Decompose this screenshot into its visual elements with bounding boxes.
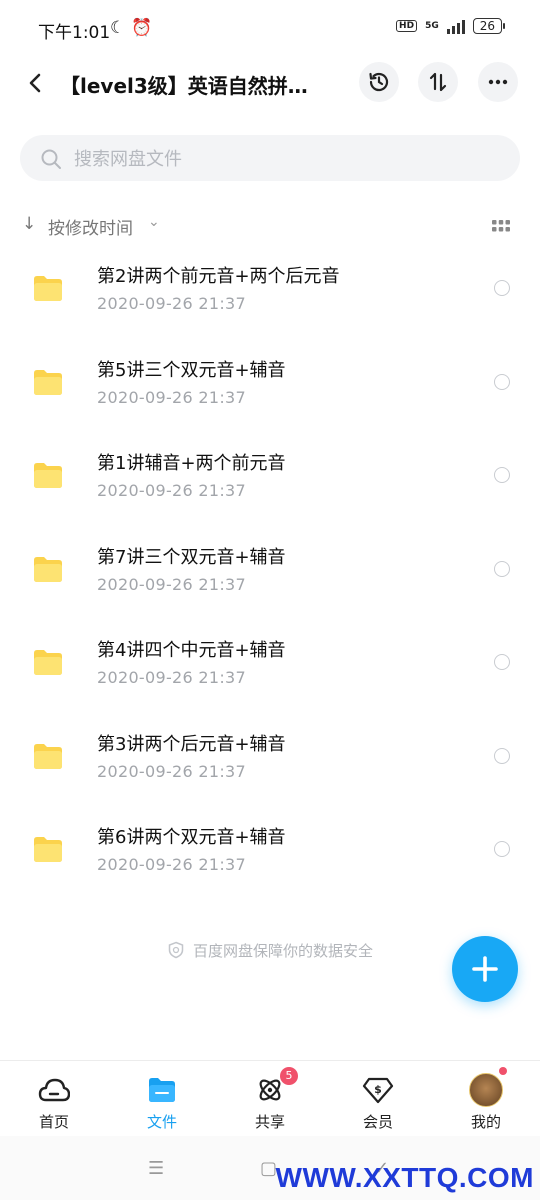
moon-icon: ☾ xyxy=(110,18,126,38)
history-button[interactable] xyxy=(359,62,399,102)
avatar-icon xyxy=(469,1073,503,1107)
folder-icon xyxy=(34,743,62,769)
tab-mine[interactable]: 我的 xyxy=(446,1067,526,1132)
file-list: 第2讲两个前元音+两个后元音 2020-09-26 21:37 第5讲三个双元音… xyxy=(0,246,540,901)
select-checkbox[interactable] xyxy=(494,280,510,296)
file-date: 2020-09-26 21:37 xyxy=(97,574,246,594)
folder-icon xyxy=(34,369,62,395)
folder-icon xyxy=(34,837,62,862)
sort-arrows-icon xyxy=(429,72,447,92)
list-item[interactable]: 第1讲辅音+两个前元音 2020-09-26 21:37 xyxy=(0,433,540,527)
folder-icon xyxy=(34,276,62,301)
home-square-icon[interactable]: ▢ xyxy=(260,1158,277,1179)
svg-text:$: $ xyxy=(374,1083,382,1096)
file-name: 第3讲两个后元音+辅音 xyxy=(97,733,286,755)
list-item[interactable]: 第2讲两个前元音+两个后元音 2020-09-26 21:37 xyxy=(0,246,540,340)
select-checkbox[interactable] xyxy=(494,560,510,577)
menu-icon[interactable]: ☰ xyxy=(148,1158,164,1179)
status-icons: ☾ ⏰ xyxy=(110,18,152,38)
shield-icon xyxy=(168,941,184,959)
page-title: 【level3级】英语自然拼… xyxy=(60,74,308,98)
tab-share[interactable]: 5 共享 xyxy=(230,1067,310,1132)
search-bar[interactable] xyxy=(20,135,520,181)
select-checkbox[interactable] xyxy=(494,841,510,857)
add-button[interactable] xyxy=(452,936,518,1002)
sort-bar: ↓ 按修改时间 ⌄ xyxy=(22,212,522,240)
header: 【level3级】英语自然拼… xyxy=(0,62,540,106)
folder-icon xyxy=(34,463,62,488)
select-checkbox[interactable] xyxy=(494,467,510,483)
more-button[interactable] xyxy=(478,62,518,102)
file-date: 2020-09-26 21:37 xyxy=(97,387,246,407)
tab-label: 共享 xyxy=(254,1113,285,1131)
chevron-down-icon[interactable]: ⌄ xyxy=(148,214,160,230)
tab-vip[interactable]: $ 会员 xyxy=(338,1073,418,1132)
signal-icon xyxy=(446,18,465,34)
plus-icon xyxy=(472,956,498,982)
folder-icon xyxy=(34,556,62,582)
folder-icon xyxy=(34,650,62,675)
list-item[interactable]: 第6讲两个双元音+辅音 2020-09-26 21:37 xyxy=(0,807,540,901)
select-checkbox[interactable] xyxy=(494,373,510,390)
file-name: 第1讲辅音+两个前元音 xyxy=(97,453,286,474)
file-name: 第6讲两个双元音+辅音 xyxy=(97,827,286,848)
file-date: 2020-09-26 21:37 xyxy=(97,855,246,874)
tab-files[interactable]: 文件 xyxy=(122,1073,202,1132)
file-name: 第4讲四个中元音+辅音 xyxy=(97,640,286,661)
vip-diamond-icon: $ xyxy=(362,1077,394,1104)
status-bar: 下午1:01 ☾ ⏰ HD 5G 26 xyxy=(0,0,540,60)
tab-label: 文件 xyxy=(146,1113,177,1131)
file-date: 2020-09-26 21:37 xyxy=(97,294,246,313)
list-item[interactable]: 第3讲两个后元音+辅音 2020-09-26 21:37 xyxy=(0,714,540,808)
more-dots-icon xyxy=(488,79,508,85)
battery-indicator: 26 xyxy=(472,18,506,34)
network-label: 5G xyxy=(425,21,439,31)
search-input[interactable] xyxy=(72,143,496,175)
status-right: HD 5G 26 xyxy=(396,18,506,34)
file-name: 第2讲两个前元音+两个后元音 xyxy=(97,266,340,287)
tab-home[interactable]: 首页 xyxy=(14,1073,94,1132)
back-button[interactable] xyxy=(22,68,52,98)
notification-badge: 5 xyxy=(280,1067,298,1085)
tab-label: 我的 xyxy=(470,1113,501,1131)
alarm-icon: ⏰ xyxy=(131,18,153,38)
file-date: 2020-09-26 21:37 xyxy=(97,761,246,781)
history-icon xyxy=(369,72,389,92)
watermark: WWW.XXTTQ.COM xyxy=(275,1162,534,1193)
file-name: 第5讲三个双元音+辅音 xyxy=(97,359,286,381)
file-date: 2020-09-26 21:37 xyxy=(97,668,246,687)
tab-label: 会员 xyxy=(362,1113,393,1131)
status-time: 下午1:01 xyxy=(38,23,111,43)
security-note-text: 百度网盘保障你的数据安全 xyxy=(192,942,373,960)
list-item[interactable]: 第5讲三个双元音+辅音 2020-09-26 21:37 xyxy=(0,340,540,434)
sort-button[interactable] xyxy=(418,62,458,102)
hd-badge: HD xyxy=(396,20,418,32)
list-item[interactable]: 第7讲三个双元音+辅音 2020-09-26 21:37 xyxy=(0,527,540,621)
tab-label: 首页 xyxy=(38,1113,69,1131)
sort-direction-icon[interactable]: ↓ xyxy=(22,214,36,234)
search-icon xyxy=(41,149,61,169)
home-cloud-icon xyxy=(38,1078,70,1102)
list-item[interactable]: 第4讲四个中元音+辅音 2020-09-26 21:37 xyxy=(0,620,540,714)
bottom-tab-bar: 首页 文件 5 共享 $ 会员 我的 xyxy=(0,1060,540,1137)
file-name: 第7讲三个双元音+辅音 xyxy=(97,546,286,568)
select-checkbox[interactable] xyxy=(494,654,510,670)
sort-label[interactable]: 按修改时间 xyxy=(48,214,133,239)
grid-view-icon[interactable] xyxy=(492,220,510,232)
folder-icon xyxy=(149,1078,175,1102)
select-checkbox[interactable] xyxy=(494,747,510,764)
notification-dot xyxy=(499,1067,507,1075)
file-date: 2020-09-26 21:37 xyxy=(97,481,246,500)
back-arrow-icon xyxy=(29,73,41,93)
